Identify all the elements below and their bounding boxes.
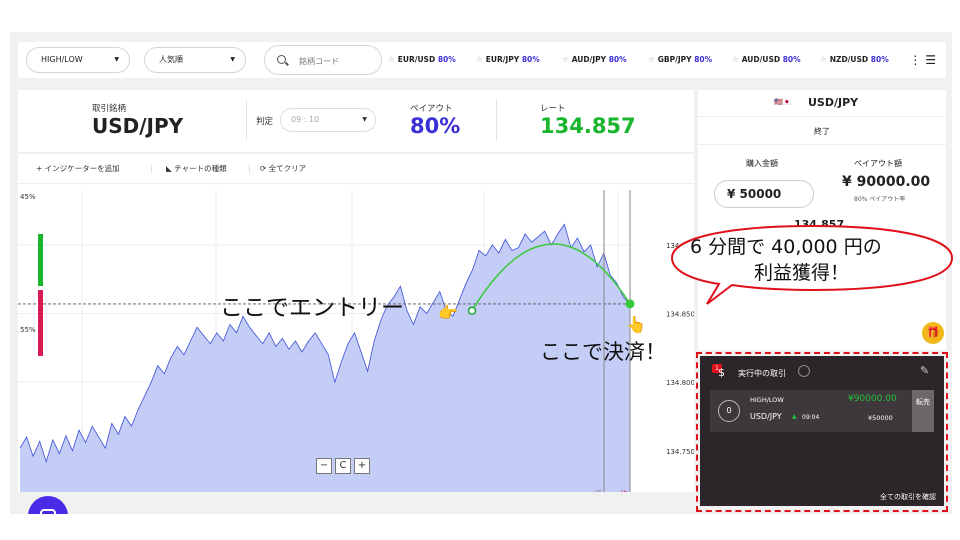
chat-button[interactable]: [28, 496, 68, 514]
top-toolbar: HIGH/LOW ▼ 人気順 ▼ ☆EUR/USD 80% ☆EUR/JPY 8…: [18, 42, 946, 78]
star-icon: ☆: [648, 55, 655, 64]
zoom-reset-button[interactable]: C: [335, 458, 351, 474]
search-icon: [277, 55, 286, 64]
refresh-icon: ⟳: [260, 164, 269, 173]
divider: [246, 100, 247, 140]
option-type-select[interactable]: HIGH/LOW ▼: [26, 47, 130, 73]
favorite-pair[interactable]: ☆ AUD/JPY 80%: [562, 42, 627, 78]
entry-point: [467, 306, 477, 316]
judge-time-value: 09 : 10: [291, 115, 320, 124]
settle-point: [625, 299, 635, 309]
divider: [698, 144, 946, 145]
clear-all-button[interactable]: ⟳ 全てクリア: [260, 154, 306, 184]
settle-annotation: ここで決済！: [540, 340, 666, 364]
payout-amount-label: ペイアウト額: [854, 159, 902, 168]
chevron-down-icon: ▼: [362, 116, 367, 123]
star-icon: ☆: [820, 55, 827, 64]
judge-label: 判定: [256, 117, 274, 127]
star-icon: ☆: [476, 55, 483, 64]
favorite-pair[interactable]: ☆ EUR/USD 80%: [388, 42, 456, 78]
zoom-in-button[interactable]: +: [354, 458, 370, 474]
zoom-out-button[interactable]: −: [316, 458, 332, 474]
search-box[interactable]: [264, 45, 382, 75]
chat-icon: [40, 509, 56, 514]
flag-icon: 🇺🇸🇯🇵: [774, 98, 792, 106]
favorite-pair[interactable]: ☆ EUR/JPY 80%: [476, 42, 540, 78]
divider: [496, 100, 497, 140]
judge-time-select[interactable]: 09 : 10 ▼: [280, 108, 376, 132]
pointing-hand-icon: 👆: [626, 315, 646, 334]
search-input[interactable]: [299, 52, 377, 70]
divider: |: [248, 164, 251, 173]
divider: |: [150, 164, 153, 173]
star-icon: ☆: [732, 55, 739, 64]
chevron-down-icon: ▼: [114, 56, 119, 63]
y-tick-label: 134.750: [666, 448, 694, 456]
end-marker-label: 終了時刻: [620, 489, 628, 492]
bubble-line-2: 利益獲得！: [754, 262, 850, 284]
symbol-value: USD/JPY: [92, 114, 184, 138]
sentiment-low-label: 55%: [20, 326, 36, 334]
sentiment-high-label: 45%: [20, 193, 36, 201]
payout-value: 80%: [410, 114, 461, 138]
highlight-box: [696, 352, 948, 512]
panel-pair: USD/JPY: [808, 96, 859, 109]
buy-amount-input[interactable]: ¥ 50000: [714, 180, 814, 208]
add-indicator-button[interactable]: + インジケーターを追加: [36, 154, 120, 184]
payout-label: ペイアウト: [410, 104, 453, 114]
menu-icon[interactable]: ⋮ ☰: [909, 42, 936, 78]
y-tick-label: 134.850: [666, 311, 694, 319]
entry-annotation: ここでエントリー: [220, 295, 404, 321]
chart-toolbar: + インジケーターを追加 | ◣ チャートの種類 | ⟳ 全てクリア: [18, 154, 694, 184]
symbol-label: 取引銘柄: [92, 104, 127, 114]
sentiment-high-bar: [38, 234, 43, 286]
favorite-pair[interactable]: ☆ AUD/USD 80%: [732, 42, 801, 78]
payout-amount: ¥ 90000.00: [842, 174, 931, 190]
gift-icon[interactable]: 🎁: [922, 322, 944, 344]
price-area: [20, 224, 630, 493]
divider: [698, 116, 946, 117]
rate-value: 134.857: [540, 114, 636, 138]
sort-value: 人気順: [159, 55, 183, 64]
chart-type-button[interactable]: ◣ チャートの種類: [166, 154, 227, 184]
option-type-value: HIGH/LOW: [41, 55, 83, 64]
zoom-controls: − C +: [316, 458, 370, 474]
chart-type-icon: ◣: [166, 164, 175, 173]
favorite-pair[interactable]: ☆ GBP/JPY 80%: [648, 42, 712, 78]
asset-info-bar: 取引銘柄 USD/JPY 判定 09 : 10 ▼ ペイアウト 80% レート …: [18, 90, 694, 152]
favorite-pair[interactable]: ☆ NZD/USD 80%: [820, 42, 889, 78]
panel-status: 終了: [814, 127, 830, 136]
bubble-line-1: 6 分間で 40,000 円の: [690, 236, 882, 258]
payout-rate: 80% ペイアウト率: [854, 196, 906, 203]
star-icon: ☆: [562, 55, 569, 64]
close-marker-label: 締切: [594, 489, 602, 492]
rate-label: レート: [540, 104, 566, 114]
order-panel: 🇺🇸🇯🇵 USD/JPY 終了 購入金額 ¥ 50000 ペイアウト額 ¥ 90…: [698, 90, 946, 350]
sort-select[interactable]: 人気順 ▼: [144, 47, 246, 73]
pointing-hand-icon: 👉: [438, 303, 458, 322]
chart-panel: + インジケーターを追加 | ◣ チャートの種類 | ⟳ 全てクリア 134.9…: [18, 154, 695, 514]
plus-icon: +: [36, 164, 45, 173]
y-tick-label: 134.800: [666, 379, 694, 387]
star-icon: ☆: [388, 55, 395, 64]
sentiment-low-bar: [38, 290, 43, 356]
chevron-down-icon: ▼: [230, 56, 235, 63]
buy-amount-label: 購入金額: [746, 159, 778, 168]
